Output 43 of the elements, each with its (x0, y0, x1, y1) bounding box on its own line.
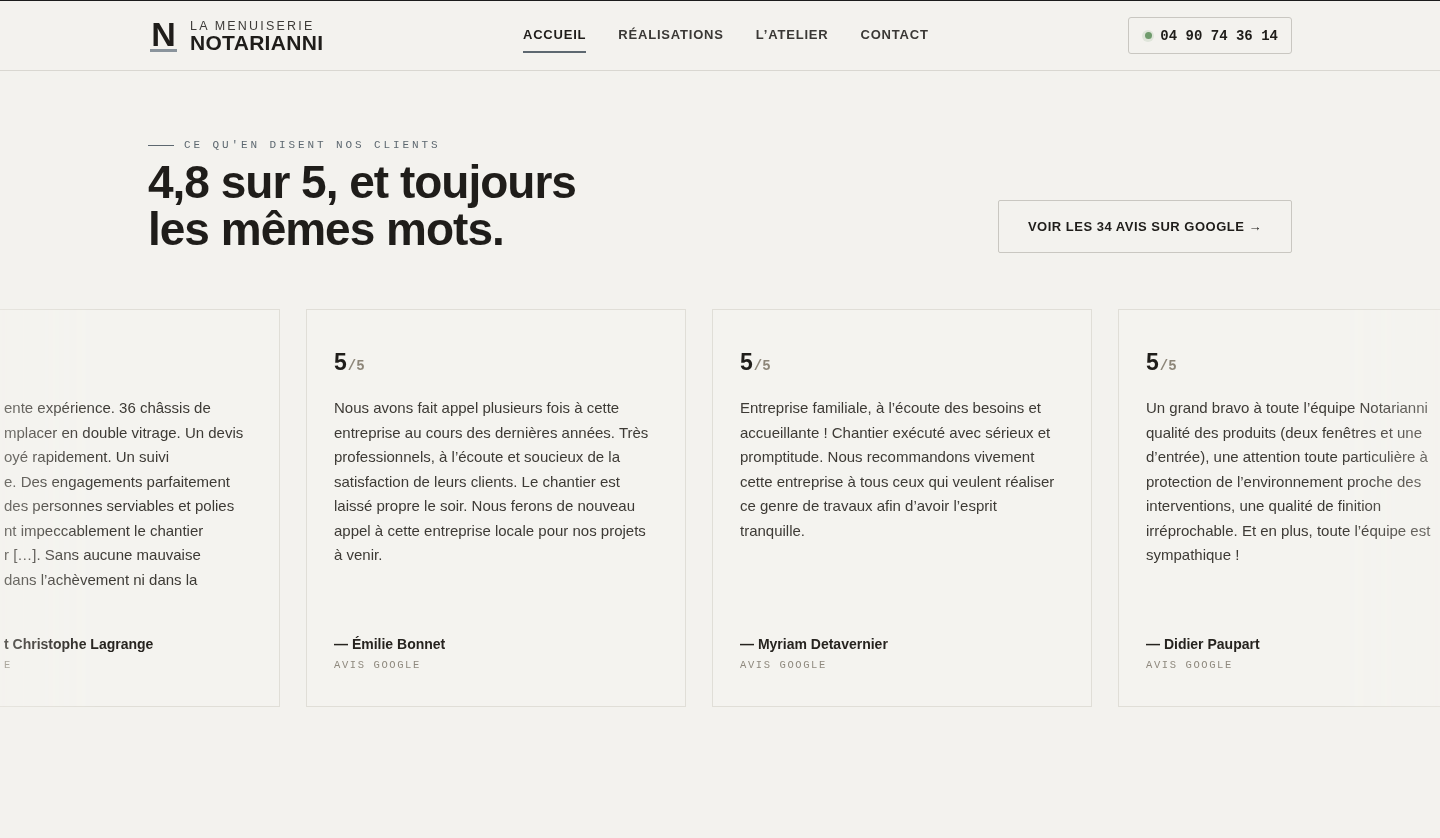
review-source: E (4, 658, 12, 672)
logo-tagline: LA MENUISERIE (190, 18, 316, 33)
review-text-line: Un grand bravo à toute l’équipe Notarianni (1146, 398, 1428, 418)
review-text-line: d’entrée), une attention toute particulière à (1146, 447, 1428, 467)
review-text-line: nt impeccablement le chantier (4, 520, 204, 541)
review-text-line: ente expérience. 36 châssis de (4, 398, 211, 418)
review-score-scale: /5 (347, 357, 365, 375)
review-text-line: oyé rapidement. Un suivi (4, 447, 170, 467)
nav-link[interactable]: RÉALISATIONS (618, 18, 724, 53)
review-author: — Myriam Detavernier (740, 635, 888, 654)
review-author: — Émilie Bonnet (334, 635, 446, 654)
review-score: 5 (1146, 348, 1159, 376)
nav-link[interactable]: ACCUEIL (522, 18, 587, 53)
review-text-line: irréprochable. Et en plus, toute l’équipe est (1146, 520, 1431, 541)
google-reviews-button[interactable]: VOIR LES 34 AVIS SUR GOOGLE → (998, 200, 1292, 253)
nav-link[interactable]: L’ATELIER (755, 18, 829, 53)
logo-name: NOTARIANNI (190, 32, 324, 53)
review-source: AVIS GOOGLE (334, 658, 421, 672)
logo-mark: N (150, 19, 177, 52)
review-score-scale: /5 (753, 357, 771, 375)
review-text-line: mplacer en double vitrage. Un devis (4, 422, 244, 443)
review-score-scale: /5 (1159, 357, 1177, 375)
review-text-line: r […]. Sans aucune mauvaise (4, 545, 201, 565)
review-text-line: e. Des engagements parfaitement (4, 471, 230, 492)
review-text: Entreprise familiale, à l’écoute des besoins et accueillante ! Chantier exécuté avec sérieux et promptitude. Nous recommandons vivement cette entreprise à tous ceux qui veulent réaliser ce genre de travaux afin d’avoir l’esprit tranquille. (740, 398, 1056, 541)
review-author: t Christophe Lagrange (4, 635, 154, 654)
review-text-line: qualité des produits (deux fenêtres et une (1146, 422, 1422, 443)
review-text-line: interventions, une qualité de finition (1146, 496, 1382, 516)
review-text: Nous avons fait appel plusieurs fois à cette entreprise au cours des dernières années. Très professionnels, à l’écoute et soucieux de la satisfaction de leurs clients. Le chantier est laissé propre le soir. Nous ferons de nouveau appel à cette entreprise locale pour nos projets à venir. (334, 398, 650, 565)
review-text-line: dans l’achèvement ni dans la (4, 569, 198, 590)
review-text-line: sympathique ! (1146, 545, 1240, 565)
phone-button[interactable]: 04 90 74 36 14 (1128, 17, 1292, 54)
review-text-line: des personnes serviables et polies (4, 496, 235, 516)
section-heading: 4,8 sur 5, et toujours les mêmes mots. (148, 159, 577, 253)
review-source: AVIS GOOGLE (740, 658, 827, 672)
status-dot-icon (1142, 29, 1155, 42)
review-text-line: protection de l’environnement proche des (1146, 471, 1422, 492)
nav-link[interactable]: CONTACT (860, 18, 929, 53)
review-score: 5 (740, 348, 753, 376)
review-author: — Didier Paupart (1146, 635, 1260, 654)
section-eyebrow: CE QU'EN DISENT NOS CLIENTS (184, 139, 441, 151)
review-score: 5 (334, 348, 347, 376)
review-source: AVIS GOOGLE (1146, 658, 1233, 672)
